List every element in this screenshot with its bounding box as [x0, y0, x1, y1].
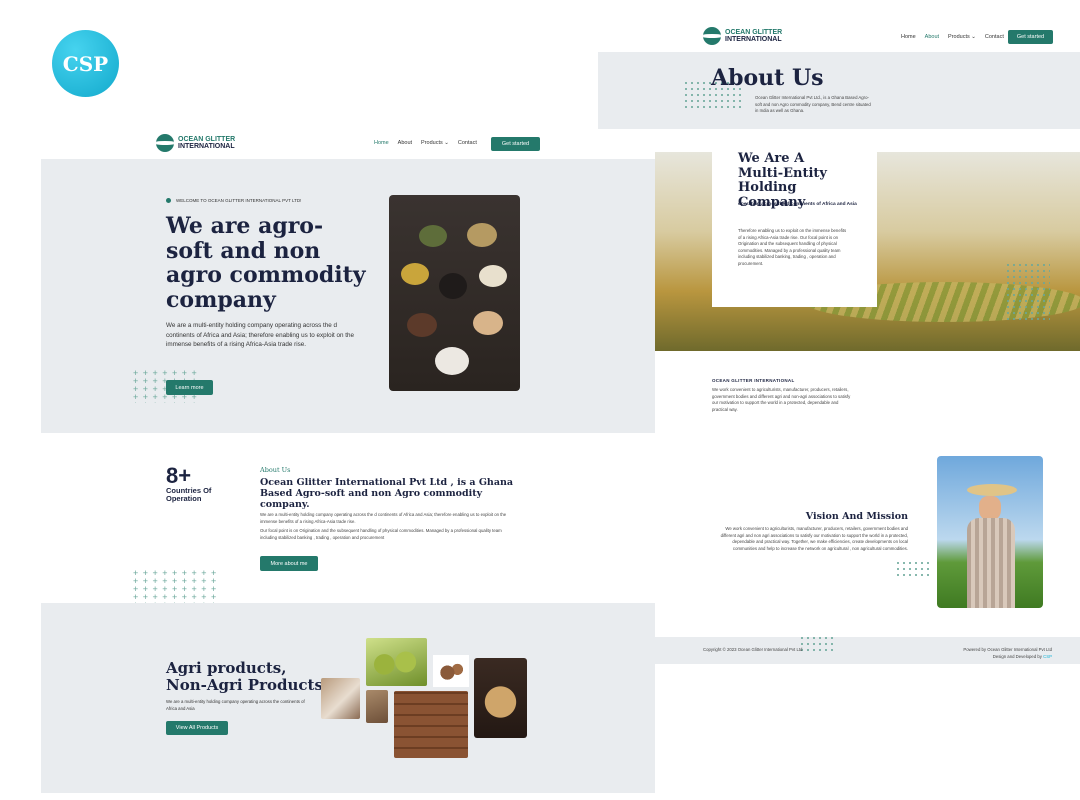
- product-image-flour: [321, 678, 360, 719]
- nav-products[interactable]: Products ⌄: [421, 140, 449, 146]
- hero-eyebrow-text: WELCOME TO OCEAN GLITTER INTERNATIONAL P…: [176, 198, 302, 203]
- hero-body: We are a multi-entity holding company op…: [166, 322, 354, 348]
- nav-contact[interactable]: Contact: [458, 140, 477, 146]
- about-header: OCEAN GLITTER INTERNATIONAL Home About P…: [598, 20, 1080, 52]
- chevron-down-icon: ⌄: [444, 140, 449, 146]
- about-logo-wave-icon: [703, 27, 721, 45]
- hero-image-grain-hands: [389, 195, 520, 391]
- footer-powered: Powered by Ocean Glitter International P…: [963, 647, 1052, 652]
- about-nav-home[interactable]: Home: [901, 34, 916, 40]
- product-image-limes: [366, 638, 427, 686]
- product-image-grains: [474, 658, 527, 738]
- about-body-1: We are a multi-entity holding company op…: [260, 512, 507, 524]
- nav-home[interactable]: Home: [374, 140, 389, 146]
- about-logo-line1: OCEAN GLITTER: [725, 29, 783, 36]
- product-image-timber: [394, 691, 468, 758]
- products-title-1: Agri products,: [166, 659, 287, 677]
- home-about-section: 8+ Countries Of Operation About Us Ocean…: [41, 433, 655, 613]
- logo-line1: OCEAN GLITTER: [178, 136, 236, 143]
- hero-learn-more-button[interactable]: Learn more: [166, 380, 213, 395]
- nav-products-label: Products: [421, 140, 443, 146]
- about-title: Ocean Glitter International Pvt Ltd , is…: [260, 477, 514, 510]
- footer-dot-pattern: [799, 635, 835, 653]
- csp-badge: CSP: [52, 30, 119, 97]
- org-body: We work convenient to agriculturists, ma…: [712, 387, 851, 412]
- vision-title: Vision And Mission: [805, 511, 908, 522]
- about-nav-contact[interactable]: Contact: [985, 34, 1004, 40]
- multi-entity-card: We Are A Multi-Entity Holding Company op…: [712, 151, 877, 307]
- about-hero: About Us Ocean Glitter International Pvt…: [598, 52, 1080, 129]
- about-footer: Copyright © 2023 Ocean Glitter Internati…: [655, 635, 1080, 664]
- about-nav-products-label: Products: [948, 34, 970, 40]
- card-body: Therefore enabling us to exploit on the …: [738, 228, 847, 266]
- products-section: Agri products, Non-Agri Products We are …: [41, 603, 655, 793]
- logo-wave-icon: [156, 134, 174, 152]
- footer-designed: Design and Developed by CSP: [993, 654, 1052, 659]
- banner-dot-pattern: [1005, 262, 1050, 322]
- hero-section: WELCOME TO OCEAN GLITTER INTERNATIONAL P…: [41, 159, 655, 433]
- more-about-me-button[interactable]: More about me: [260, 556, 318, 571]
- view-all-products-button[interactable]: View All Products: [166, 721, 228, 735]
- about-logo[interactable]: OCEAN GLITTER INTERNATIONAL: [703, 27, 782, 45]
- farmer-image: [937, 456, 1043, 608]
- about-nav-products[interactable]: Products ⌄: [948, 34, 976, 40]
- about-chevron-down-icon: ⌄: [971, 34, 976, 40]
- home-nav: Home About Products ⌄ Contact: [365, 140, 477, 146]
- product-image-nuts: [433, 655, 469, 687]
- about-eyebrow: About Us: [260, 466, 291, 474]
- eyebrow-dot-icon: [166, 198, 171, 203]
- org-blurb: OCEAN GLITTER INTERNATIONAL We work conv…: [712, 378, 852, 413]
- nav-about[interactable]: About: [398, 140, 412, 146]
- org-label: OCEAN GLITTER INTERNATIONAL: [712, 378, 795, 383]
- home-logo[interactable]: OCEAN GLITTER INTERNATIONAL: [156, 134, 235, 152]
- stats-label: Countries Of Operation: [166, 486, 212, 503]
- product-image-spoon: [366, 690, 388, 723]
- logo-line2: INTERNATIONAL: [178, 143, 235, 150]
- about-get-started-button[interactable]: Get started: [1008, 30, 1053, 44]
- footer-copyright: Copyright © 2023 Ocean Glitter Internati…: [703, 647, 803, 652]
- about-page-title: About Us: [711, 65, 824, 91]
- about-nav: Home About Products ⌄ Contact: [892, 34, 1004, 40]
- home-get-started-button[interactable]: Get started: [491, 137, 540, 151]
- vision-body: We work convenient to agriculturists, ma…: [720, 526, 908, 551]
- csp-badge-text: CSP: [62, 51, 109, 76]
- hero-eyebrow: WELCOME TO OCEAN GLITTER INTERNATIONAL P…: [166, 198, 301, 203]
- footer-designed-prefix: Design and Developed by: [992, 654, 1042, 659]
- about-page-intro: Ocean Glitter International Pvt Ltd., is…: [755, 95, 871, 113]
- about-body-2: Our focal point is on Origination and th…: [260, 528, 502, 540]
- products-body: We are a multi-entity holding company op…: [166, 699, 305, 711]
- vision-dot-pattern: [895, 560, 931, 580]
- about-nav-about[interactable]: About: [925, 34, 939, 40]
- card-subtitle: operating across the d continents of Afr…: [738, 202, 857, 207]
- products-title-2: Non-Agri Products: [166, 676, 323, 694]
- footer-csp-link[interactable]: CSP: [1043, 654, 1052, 659]
- about-logo-line2: INTERNATIONAL: [725, 36, 782, 43]
- hero-title: We are agro-soft and non agro commodity …: [166, 213, 366, 313]
- home-header: OCEAN GLITTER INTERNATIONAL Home About P…: [41, 129, 655, 159]
